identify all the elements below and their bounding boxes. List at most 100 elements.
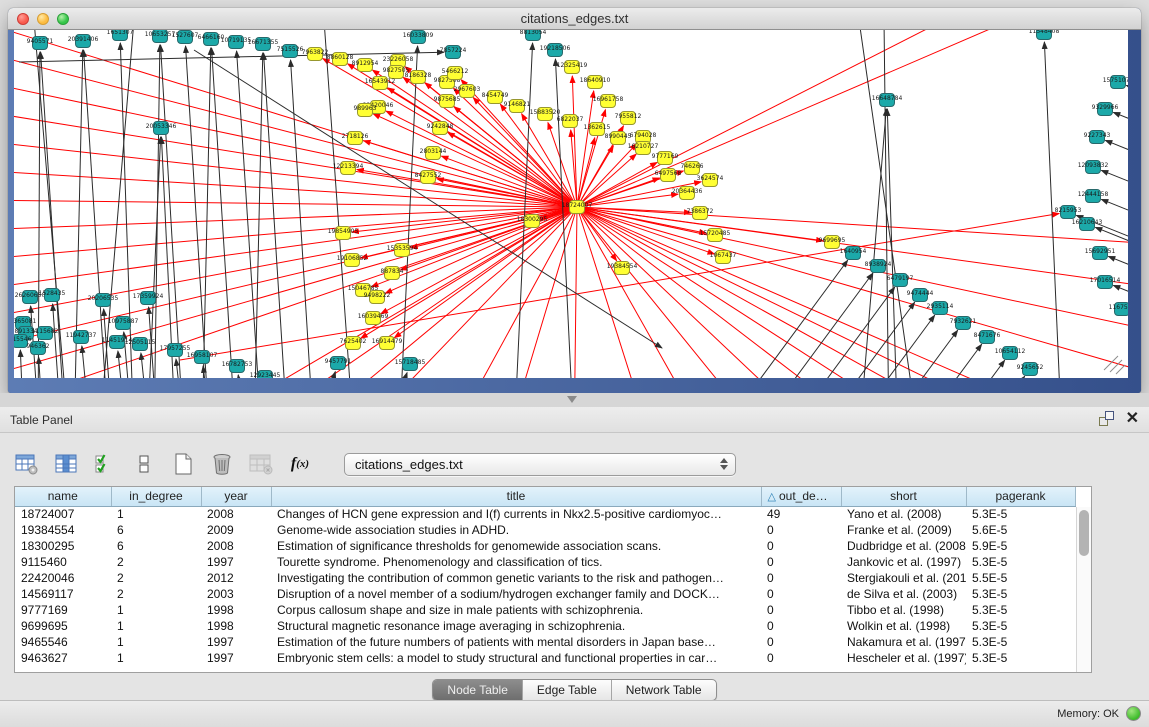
graph-node[interactable]: 1640954 [840,247,867,260]
table-row[interactable]: 946554611997Estimation of the future num… [15,634,1075,650]
graph-node[interactable]: 17359924 [133,292,164,305]
graph-node[interactable]: 7625402 [340,337,367,350]
graph-node[interactable]: 20053346 [146,122,177,135]
table-row[interactable]: 1872400712008Changes of HCN gene express… [15,506,1075,522]
graph-node[interactable]: 15718485 [395,358,426,371]
show-columns-icon[interactable] [53,451,79,477]
column-header[interactable]: short [841,487,966,506]
graph-node[interactable]: 16958107 [187,351,218,364]
column-header[interactable]: in_degree [111,487,201,506]
column-header[interactable]: title [271,487,761,506]
graph-node[interactable]: 8215953 [1055,206,1082,219]
graph-node[interactable]: 7932621 [950,317,977,330]
graph-node[interactable]: 18640910 [580,76,611,89]
node-table[interactable]: namein_degreeyeartitle△out_de…shortpager… [14,486,1092,673]
graph-node[interactable]: 887834 [381,267,404,280]
row-selection-icon[interactable] [92,451,118,477]
tab-network-table[interactable]: Network Table [612,680,716,700]
table-row[interactable]: 969969511998Structural magnetic resonanc… [15,618,1075,634]
graph-node[interactable]: 9474444 [907,289,934,302]
table-row[interactable]: 2242004622012Investigating the contribut… [15,570,1075,586]
function-builder-icon[interactable]: f(x) [287,451,313,477]
graph-node[interactable]: 16914479 [372,337,403,350]
panel-resize-handle[interactable] [567,396,577,403]
new-column-icon[interactable] [170,451,196,477]
graph-node[interactable]: 8471676 [974,331,1001,344]
graph-node[interactable]: 10975887 [108,317,139,330]
vertical-scrollbar[interactable] [1076,507,1091,672]
graph-node[interactable]: 1651307 [107,30,134,41]
graph-node[interactable]: 16648784 [872,94,903,107]
graph-node[interactable]: 1067437 [710,251,737,264]
graph-node[interactable]: 16033809 [403,31,434,44]
graph-node[interactable]: 8938924 [865,260,892,273]
tab-node-table[interactable]: Node Table [433,680,523,700]
table-row[interactable]: 911546021997Tourette syndrome. Phenomeno… [15,554,1075,570]
graph-node[interactable]: 11942737 [66,331,97,344]
graph-node[interactable]: 9699695 [819,236,846,249]
graph-node[interactable]: 1167533 [1109,303,1128,316]
graph-node[interactable]: 16671355 [248,38,279,51]
column-header[interactable]: △out_de… [761,487,841,506]
graph-nodes[interactable]: 1872400779638228860128891295423226058982… [14,30,1128,378]
graph-node[interactable]: 12213394 [333,162,364,175]
network-canvas[interactable]: 1872400779638228860128891295423226058982… [14,30,1128,378]
graph-node[interactable]: 9498222 [364,291,391,304]
graph-node[interactable]: 746266 [681,162,704,175]
graph-node[interactable]: 16039469 [358,312,389,325]
float-panel-icon[interactable] [1099,411,1114,426]
graph-node[interactable]: 9245652 [1017,363,1044,376]
graph-node[interactable]: 20206535 [88,294,119,307]
graph-node[interactable]: 9457791 [325,357,352,370]
delete-column-icon[interactable] [209,451,235,477]
table-row[interactable]: 946362711997Embryonic stem cells: a mode… [15,650,1075,666]
table-row[interactable]: 1830029562008Estimation of significance … [15,538,1075,554]
graph-node[interactable]: 9227343 [1084,131,1111,144]
graph-node[interactable]: 2935114 [927,302,954,315]
graph-node[interactable]: 7857224 [440,46,467,59]
graph-node[interactable]: 11548408 [1029,30,1060,40]
graph-node[interactable]: 9405571 [27,37,54,50]
graph-node[interactable]: 9777169 [652,152,679,165]
graph-node[interactable]: 9875685 [434,95,461,108]
graph-node[interactable]: 1527607 [172,31,199,44]
column-header[interactable]: year [201,487,271,506]
graph-node[interactable]: 15720485 [700,229,731,242]
graph-node[interactable]: 9146821 [504,100,531,113]
panel-divider[interactable] [0,393,1149,407]
graph-node[interactable]: 2803144 [420,147,447,160]
column-header[interactable]: name [15,487,111,506]
graph-node[interactable]: 7963822 [302,48,329,61]
graph-node[interactable]: 12325419 [557,61,588,74]
table-row[interactable]: 977716911998Corpus callosum shape and si… [15,602,1075,618]
graph-node[interactable]: 20364436 [672,187,703,200]
graph-node[interactable]: 15751074 [1103,76,1128,89]
network-window-titlebar[interactable]: citations_edges.txt [8,8,1141,30]
graph-node[interactable]: 2718126 [342,132,369,145]
graph-node[interactable]: 8813054 [520,30,547,41]
table-chooser-select[interactable]: citations_edges.txt [344,453,736,476]
graph-node[interactable]: 1528435 [39,289,66,302]
graph-node[interactable]: 6822037 [557,115,584,128]
table-row[interactable]: 1938455462009Genome-wide association stu… [15,522,1075,538]
graph-node[interactable]: 16961758 [593,95,624,108]
network-graph[interactable]: 1872400779638228860128891295423226058982… [14,30,1128,378]
graph-node[interactable]: 946362 [27,342,50,355]
table-mode-icon[interactable] [14,451,40,477]
graph-node[interactable]: 8912954 [352,59,379,72]
graph-node[interactable]: 19384554 [607,262,638,275]
table-row[interactable]: 1456911722003Disruption of a novel membe… [15,586,1075,602]
column-header[interactable]: pagerank [966,487,1075,506]
graph-node[interactable]: 7955812 [615,112,642,125]
close-panel-icon[interactable]: ✕ [1126,411,1139,426]
graph-node[interactable]: 16543912 [365,77,396,90]
graph-node[interactable]: 7386372 [687,207,714,220]
tab-edge-table[interactable]: Edge Table [523,680,612,700]
graph-node[interactable]: 10654112 [995,347,1026,360]
table-header-row[interactable]: namein_degreeyeartitle△out_de…shortpager… [15,487,1075,506]
graph-node[interactable]: 12923445 [250,371,281,379]
graph-node[interactable]: 3624574 [697,174,724,187]
scrollbar-thumb[interactable] [1079,510,1089,556]
graph-node[interactable]: 20391406 [68,35,99,48]
graph-node[interactable]: 16782753 [222,360,253,373]
